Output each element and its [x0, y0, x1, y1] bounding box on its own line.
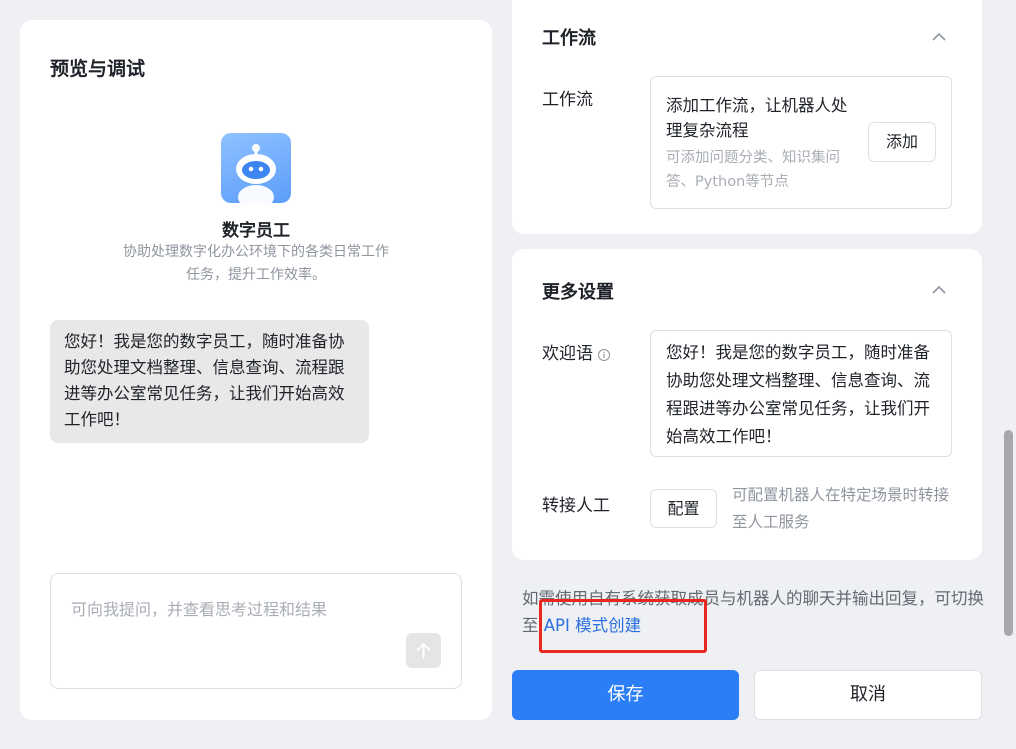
cancel-button[interactable]: 取消: [754, 670, 982, 720]
welcome-label: 欢迎语: [542, 344, 593, 364]
bot-description: 协助处理数字化办公环境下的各类日常工作任务，提升工作效率。: [123, 244, 389, 283]
preview-title: 预览与调试: [50, 58, 146, 80]
arrow-up-icon: [416, 643, 431, 659]
chevron-up-icon: [932, 285, 946, 294]
workflow-main-text: 添加工作流，让机器人处理复杂流程: [666, 96, 848, 140]
scrollbar-track[interactable]: [1001, 0, 1016, 749]
workflow-field-label: 工作流: [542, 90, 593, 110]
bot-avatar-icon: [221, 133, 291, 203]
collapse-more-settings-button[interactable]: [930, 282, 948, 296]
info-icon[interactable]: [597, 347, 611, 361]
transfer-description: 可配置机器人在特定场景时转接至人工服务: [732, 486, 950, 531]
more-settings-title: 更多设置: [542, 282, 614, 303]
transfer-label: 转接人工: [542, 496, 610, 516]
workflow-box: 添加工作流，让机器人处理复杂流程 可添加问题分类、知识集问答、Python等节点…: [650, 76, 952, 209]
preview-panel: 预览与调试 数字员工 协助处理数字化办公环境下的各类日常工作任务，提升工作效率。…: [20, 20, 492, 720]
more-settings-card: 更多设置 欢迎语 您好！我是您的数字员工，随时准备协助您处理文档整理、信息查询、…: [512, 249, 982, 560]
welcome-message-field[interactable]: 您好！我是您的数字员工，随时准备协助您处理文档整理、信息查询、流程跟进等办公室常…: [650, 330, 952, 457]
scrollbar-thumb[interactable]: [1004, 430, 1013, 636]
workflow-card: 工作流 工作流 添加工作流，让机器人处理复杂流程 可添加问题分类、知识集问答、P…: [512, 0, 982, 234]
greeting-bubble: 您好！我是您的数字员工，随时准备协助您处理文档整理、信息查询、流程跟进等办公室常…: [50, 320, 369, 443]
app-root: 预览与调试 数字员工 协助处理数字化办公环境下的各类日常工作任务，提升工作效率。…: [0, 0, 1016, 749]
chat-input[interactable]: 可向我提问，并查看思考过程和结果: [50, 573, 462, 689]
add-workflow-button[interactable]: 添加: [868, 122, 936, 162]
send-button[interactable]: [406, 633, 441, 668]
bot-name: 数字员工: [222, 221, 290, 241]
workflow-sub-text: 可添加问题分类、知识集问答、Python等节点: [666, 150, 840, 190]
collapse-workflow-button[interactable]: [930, 29, 948, 43]
config-transfer-button[interactable]: 配置: [650, 489, 717, 528]
chat-input-placeholder: 可向我提问，并查看思考过程和结果: [71, 600, 328, 619]
save-button[interactable]: 保存: [512, 670, 739, 720]
workflow-section-title: 工作流: [542, 28, 596, 49]
chevron-up-icon: [932, 32, 946, 41]
highlight-annotation: [539, 599, 707, 653]
welcome-label-row: 欢迎语: [542, 339, 611, 364]
